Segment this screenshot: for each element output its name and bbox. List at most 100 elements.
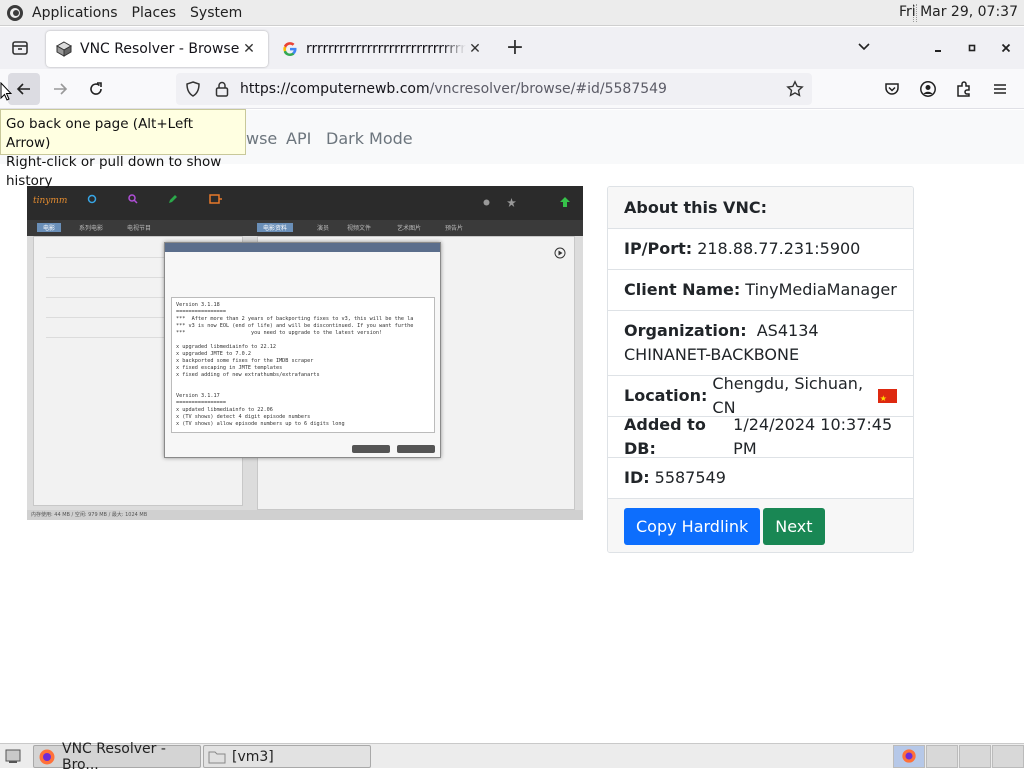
tmm-tab: 系列电影 [79, 225, 104, 232]
url-bar[interactable]: https://computernewb.com/vncresolver/bro… [176, 73, 812, 105]
show-desktop-icon[interactable] [4, 747, 22, 765]
workspace-1[interactable] [893, 745, 925, 768]
system-menu[interactable]: System [190, 5, 242, 21]
reload-icon [90, 82, 102, 95]
list-all-tabs-button[interactable] [851, 36, 877, 62]
extensions-button[interactable] [948, 73, 980, 105]
new-tab-button[interactable]: + [502, 36, 528, 62]
lock-icon[interactable] [214, 80, 230, 98]
chevron-down-icon [858, 43, 870, 51]
tmm-tab: 艺术图片 [397, 225, 422, 232]
close-tab-icon[interactable]: ✕ [466, 41, 484, 57]
next-button[interactable]: Next [763, 507, 825, 545]
minimize-button[interactable] [925, 36, 951, 62]
puzzle-piece-icon [957, 81, 970, 97]
tab-title: VNC Resolver - Browse [80, 41, 240, 57]
workspace-4[interactable] [992, 745, 1024, 768]
id-row: ID: 5587549 [608, 458, 913, 499]
tmm-tab: 电影 [37, 223, 62, 232]
ip-port-label: IP/Port: [624, 239, 693, 258]
ip-port-row: IP/Port: 218.88.77.231:5900 [608, 229, 913, 270]
organization-label: Organization: [624, 321, 747, 340]
china-flag-icon [877, 387, 897, 411]
maximize-button[interactable] [959, 36, 985, 62]
taskbar-item-firefox[interactable]: VNC Resolver - Bro... [33, 741, 201, 773]
reload-button[interactable] [80, 73, 112, 105]
search-icon [128, 194, 138, 204]
tooltip-line-2: Right-click or pull down to show history [6, 154, 222, 189]
tmm-tab: 预告片 [445, 225, 464, 232]
added-value: 1/24/2024 10:37:45 PM [733, 415, 893, 458]
tab-google-search[interactable]: rrrrrrrrrrrrrrrrrrrrrrrrrrrrrrrr ✕ [272, 31, 494, 67]
location-row: Location: Chengdu, Sichuan, CN [608, 374, 913, 417]
back-button[interactable] [8, 73, 40, 105]
nav-link-api[interactable]: API [286, 129, 311, 148]
location-label: Location: [624, 386, 708, 405]
rename-icon [209, 194, 222, 204]
client-name-row: Client Name: TinyMediaManager [608, 270, 913, 311]
tab-title: rrrrrrrrrrrrrrrrrrrrrrrrrrrrrrrr [306, 41, 466, 57]
tmm-toolbar: tinymm [27, 186, 583, 220]
account-button[interactable] [912, 73, 944, 105]
forward-button[interactable] [44, 73, 76, 105]
copy-hardlink-button[interactable]: Copy Hardlink [624, 507, 761, 545]
mouse-cursor-icon [0, 82, 12, 101]
hamburger-menu-icon [994, 84, 1006, 94]
system-top-panel: Applications Places System Fri Mar 29, 0… [0, 0, 1024, 26]
tmm-tab: 电影资料 [257, 223, 294, 232]
memory-status: 内存使用: 44 MB / 空闲: 979 MB / 最大: 1024 MB [27, 510, 583, 520]
vnc-screenshot: tinymm 电影 系列电影 电视节目 电影资料 演员 视频文件 艺术图片 预告… [27, 186, 583, 520]
clock[interactable]: Fri Mar 29, 07:37 [899, 4, 1018, 20]
firefox-view-button[interactable] [0, 28, 40, 68]
refresh-icon [87, 194, 97, 204]
tmm-logo: tinymm [33, 196, 68, 206]
tracking-protection-shield-icon[interactable] [184, 80, 202, 98]
firefox-view-icon [12, 41, 28, 55]
bookmark-star-icon[interactable] [786, 80, 804, 98]
ip-port-value: 218.88.77.231:5900 [697, 239, 861, 258]
back-button-tooltip: Go back one page (Alt+Left Arrow) Right-… [0, 109, 246, 189]
firefox-icon [902, 749, 916, 763]
taskbar-item-label: [vm3] [232, 748, 274, 765]
places-menu[interactable]: Places [132, 5, 177, 21]
id-value: 5587549 [654, 468, 726, 487]
added-row: Added to DB: 1/24/2024 10:37:45 PM [608, 415, 913, 458]
nav-link-dark-mode[interactable]: Dark Mode [326, 129, 413, 148]
minimize-icon [935, 50, 941, 52]
upgrade-arrow-icon [560, 197, 570, 207]
tmm-tab: 视频文件 [347, 225, 372, 232]
edit-icon [169, 195, 177, 203]
workspace-2[interactable] [926, 745, 958, 768]
close-window-button[interactable] [993, 36, 1019, 62]
gnome-foot-icon[interactable] [6, 4, 24, 22]
play-icon [554, 247, 566, 259]
close-tab-icon[interactable]: ✕ [240, 41, 258, 57]
close-icon [1001, 43, 1011, 53]
settings-icon [483, 199, 490, 206]
dialog-button [397, 445, 435, 453]
app-menu-button[interactable] [984, 73, 1016, 105]
nav-link-browse[interactable]: wse [246, 129, 277, 148]
forward-arrow-icon [54, 83, 68, 95]
pocket-icon [885, 83, 899, 95]
tmm-tab: 演员 [317, 225, 330, 232]
back-arrow-icon [16, 83, 30, 95]
card-header: About this VNC: [608, 187, 913, 229]
vnc-resolver-favicon [56, 41, 72, 57]
workspace-3[interactable] [959, 745, 991, 768]
tab-bar: VNC Resolver - Browse ✕ rrrrrrrrrrrrrrrr… [0, 27, 1024, 69]
card-header-title: About this VNC: [624, 197, 767, 217]
client-name-value: TinyMediaManager [745, 280, 897, 299]
release-notes-dialog: Version 3.1.18 ================ *** Afte… [164, 242, 441, 458]
tmm-tabstrip: 电影 系列电影 电视节目 电影资料 演员 视频文件 艺术图片 预告片 [27, 220, 583, 236]
card-footer: Copy Hardlink Next [608, 499, 913, 552]
id-label: ID: [624, 468, 650, 487]
folder-icon [208, 751, 226, 763]
tab-vnc-resolver[interactable]: VNC Resolver - Browse ✕ [46, 31, 268, 67]
pocket-button[interactable] [876, 73, 908, 105]
organization-row: Organization: AS4134 CHINANET-BACKBONE [608, 311, 913, 376]
applications-menu[interactable]: Applications [32, 5, 118, 21]
firefox-icon [39, 749, 55, 764]
client-name-label: Client Name: [624, 280, 741, 299]
taskbar-item-vm3[interactable]: [vm3] [203, 745, 371, 768]
